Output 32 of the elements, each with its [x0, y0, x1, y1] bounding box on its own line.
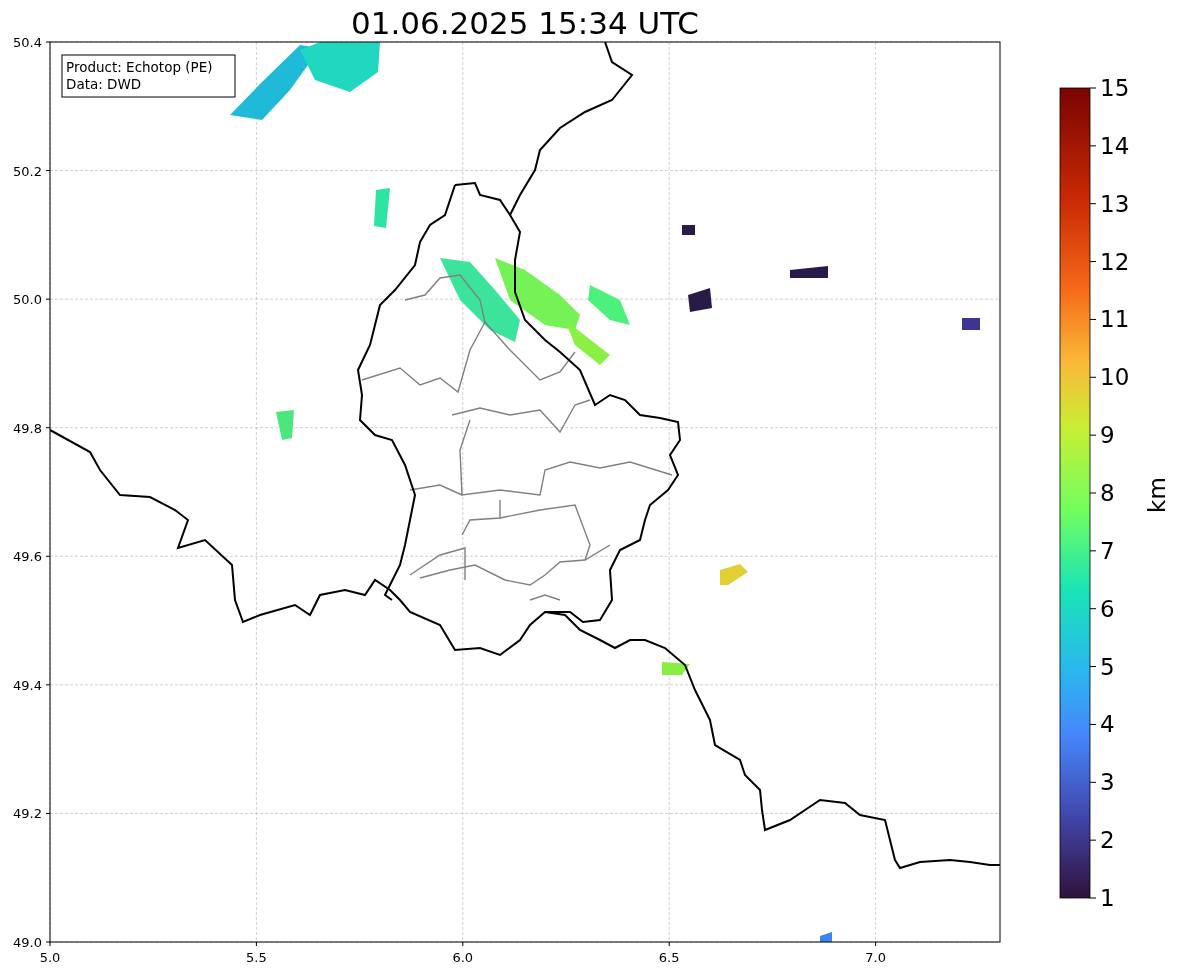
x-tick-label: 5.0 — [39, 950, 61, 965]
colorbar-tick-label: 7 — [1100, 537, 1115, 564]
colorbar-tick-label: 6 — [1100, 595, 1115, 622]
plot-title: 01.06.2025 15:34 UTC — [351, 5, 699, 41]
colorbar-tick-label: 9 — [1100, 422, 1115, 449]
y-tick-label: 49.8 — [13, 420, 42, 436]
y-tick-label: 49.2 — [13, 806, 42, 822]
colorbar-tick-label: 13 — [1100, 190, 1130, 217]
colorbar-tick-label: 2 — [1100, 827, 1115, 854]
colorbar-tick-label: 5 — [1100, 653, 1115, 680]
colorbar-tick-label: 4 — [1100, 711, 1115, 738]
colorbar-tick-label: 15 — [1100, 75, 1130, 101]
x-tick-label: 6.5 — [658, 950, 680, 965]
y-tick-label: 50.2 — [13, 163, 42, 179]
colorbar-tick-label: 1 — [1100, 885, 1115, 911]
y-tick-label: 49.4 — [13, 677, 42, 693]
colorbar-label: km — [1144, 477, 1170, 513]
colorbar-tick-label: 11 — [1100, 306, 1130, 333]
colorbar-tick-label: 3 — [1100, 769, 1115, 796]
x-tick-label: 7.0 — [865, 950, 886, 965]
legend-text: Data: DWD — [66, 76, 142, 92]
x-tick-label: 5.5 — [246, 950, 267, 965]
y-tick-label: 49.6 — [13, 549, 42, 565]
colorbar-tick-label: 8 — [1100, 480, 1115, 506]
y-tick-label: 50.4 — [13, 35, 42, 50]
colorbar-tick-label: 14 — [1100, 132, 1130, 159]
legend-text: Product: Echotop (PE) — [66, 59, 213, 75]
colorbar-tick-label: 10 — [1100, 364, 1130, 391]
y-tick-label: 49.0 — [13, 935, 42, 950]
y-tick-label: 50.0 — [13, 292, 42, 308]
x-tick-label: 6.0 — [452, 950, 474, 965]
colorbar-tick-label: 12 — [1100, 248, 1130, 275]
